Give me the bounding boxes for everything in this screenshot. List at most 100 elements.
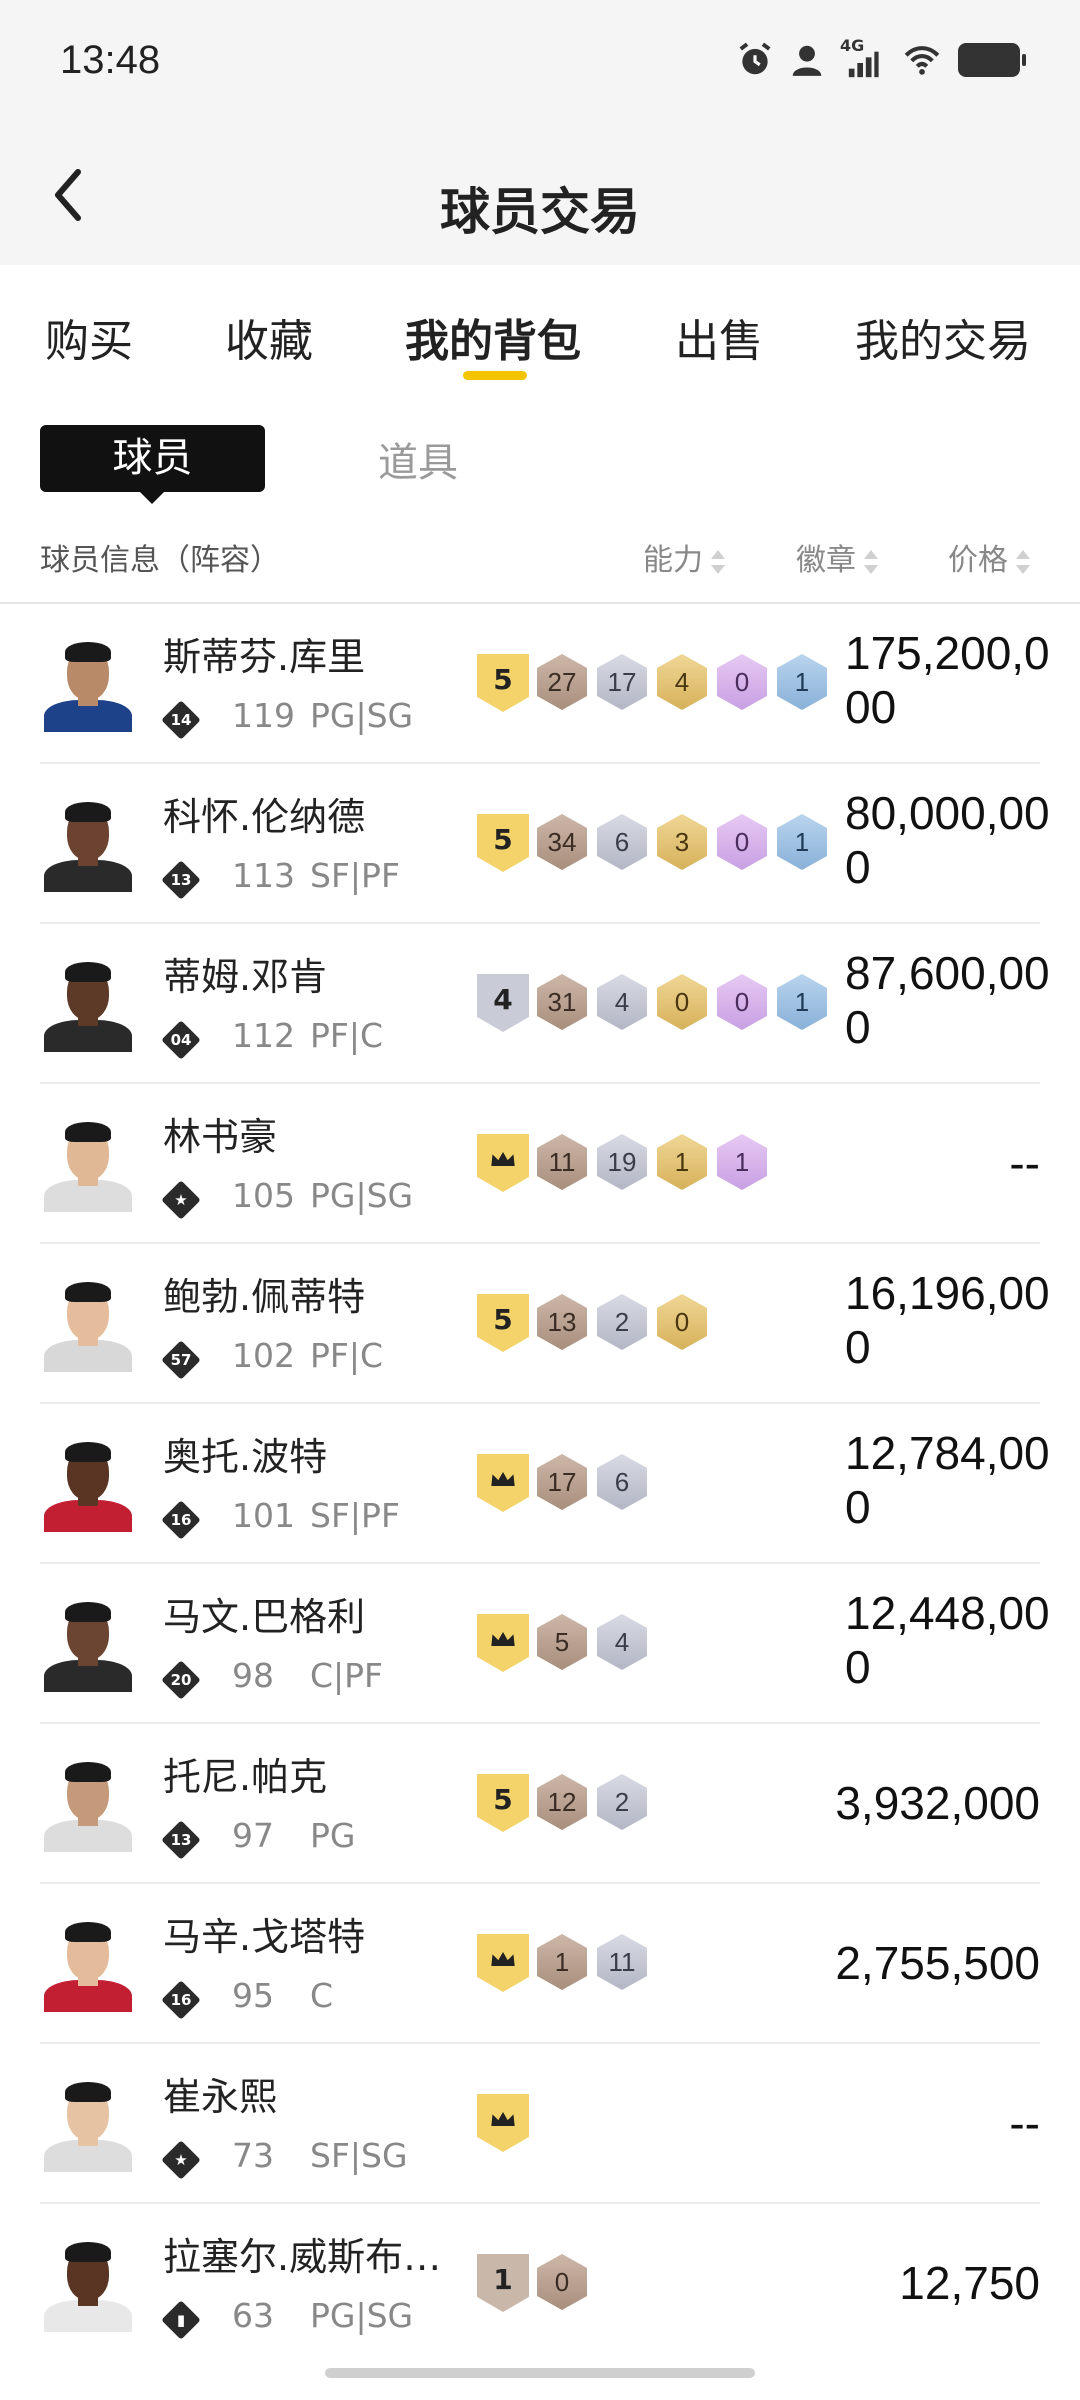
avatar-hair bbox=[65, 962, 111, 982]
badge-count: 1 bbox=[657, 1134, 707, 1190]
player-row[interactable]: 科怀.伦纳德 13 113 SF|PF 5 34 6 3 0 1 80,000,000 bbox=[0, 764, 1080, 924]
tier-number: 16 bbox=[170, 1511, 192, 1529]
player-position: PF|C bbox=[310, 1336, 384, 1375]
avatar-hair bbox=[65, 2082, 111, 2102]
avatar-hair bbox=[65, 1442, 111, 1462]
sort-icon bbox=[864, 549, 878, 574]
column-badge[interactable]: 徽章 bbox=[796, 535, 878, 579]
badge-hex: 3 bbox=[657, 814, 711, 874]
crown-icon bbox=[491, 1472, 515, 1486]
battery-icon bbox=[958, 43, 1026, 77]
player-row[interactable]: 奥托.波特 16 101 SF|PF 17 6 12,784,000 bbox=[0, 1404, 1080, 1564]
badge-hex: 17 bbox=[597, 654, 651, 714]
tier-icon: 20 bbox=[161, 1660, 201, 1700]
player-row[interactable]: 马文.巴格利 20 98 C|PF 5 4 12,448,000 bbox=[0, 1564, 1080, 1724]
badge-count: 0 bbox=[657, 974, 707, 1030]
badge-hex: 6 bbox=[597, 1454, 651, 1514]
crown-level-badge bbox=[477, 1454, 529, 1512]
subtab-items[interactable]: 道具 bbox=[378, 430, 458, 488]
player-row[interactable]: 斯蒂芬.库里 14 119 PG|SG 5 27 17 4 0 1 175,200,000 bbox=[0, 604, 1080, 764]
tier-icon: 13 bbox=[161, 1820, 201, 1860]
player-price: 3,932,000 bbox=[835, 1777, 1040, 1829]
tier-number: 14 bbox=[170, 711, 192, 729]
badge-count: 3 bbox=[657, 814, 707, 870]
home-indicator[interactable] bbox=[325, 2368, 755, 2378]
status-time: 13:48 bbox=[60, 38, 161, 82]
status-bar: 13:48 4G bbox=[0, 0, 1080, 130]
badge-count: 4 bbox=[597, 974, 647, 1030]
tier-icon: 04 bbox=[161, 1020, 201, 1060]
badge-count: 13 bbox=[537, 1294, 587, 1350]
badge-count: 11 bbox=[597, 1934, 647, 1990]
player-row[interactable]: 鲍勃.佩蒂特 57 102 PF|C 5 13 2 0 16,196,000 bbox=[0, 1244, 1080, 1404]
player-price: 12,448,000 bbox=[845, 1587, 1050, 1693]
column-ability[interactable]: 能力 bbox=[643, 535, 725, 579]
player-avatar bbox=[40, 1116, 136, 1212]
player-position: PG|SG bbox=[310, 696, 414, 735]
level-badge: 5 bbox=[477, 654, 529, 712]
badge-count: 1 bbox=[717, 1134, 767, 1190]
badge-count: 2 bbox=[597, 1774, 647, 1830]
player-row[interactable]: 崔永熙 ★ 73 SF|SG -- bbox=[0, 2044, 1080, 2204]
tier-number: 04 bbox=[170, 1031, 192, 1049]
status-icons: 4G bbox=[736, 36, 1026, 80]
tab-buy[interactable]: 购买 bbox=[45, 305, 133, 369]
subtab-players[interactable]: 球员 bbox=[40, 425, 265, 504]
badge-count: 6 bbox=[597, 814, 647, 870]
level-badge: 4 bbox=[477, 974, 529, 1032]
badge-count: 6 bbox=[597, 1454, 647, 1510]
sort-icon bbox=[711, 549, 725, 574]
badge-count: 17 bbox=[597, 654, 647, 710]
active-tab-indicator bbox=[463, 371, 527, 380]
badge-hex: 11 bbox=[537, 1134, 591, 1194]
column-badge-label: 徽章 bbox=[796, 543, 856, 578]
badge-hex: 4 bbox=[597, 974, 651, 1034]
player-name: 鲍勃.佩蒂特 bbox=[163, 1275, 366, 1319]
player-name: 托尼.帕克 bbox=[163, 1755, 328, 1799]
tab-sell[interactable]: 出售 bbox=[675, 305, 763, 369]
tier-number: 20 bbox=[170, 1671, 192, 1689]
player-row[interactable]: 马辛.戈塔特 16 95 C 1 11 2,755,500 bbox=[0, 1884, 1080, 2044]
tab-favorites[interactable]: 收藏 bbox=[225, 305, 313, 369]
tier-number: 13 bbox=[170, 1831, 192, 1849]
tier-icon: 16 bbox=[161, 1980, 201, 2020]
tier-number: ★ bbox=[174, 2151, 188, 2169]
badge-hex: 12 bbox=[537, 1774, 591, 1834]
player-rating: 113 bbox=[232, 856, 295, 895]
crown-level-badge bbox=[477, 1134, 529, 1192]
badge-hex: 19 bbox=[597, 1134, 651, 1194]
badge-count: 19 bbox=[597, 1134, 647, 1190]
column-price[interactable]: 价格 bbox=[948, 535, 1030, 579]
player-position: C|PF bbox=[310, 1656, 384, 1695]
badge-hex: 27 bbox=[537, 654, 591, 714]
badge-count: 1 bbox=[777, 654, 827, 710]
tab-my-backpack[interactable]: 我的背包 bbox=[405, 305, 581, 369]
badge-count: 4 bbox=[597, 1614, 647, 1670]
player-position: SF|PF bbox=[310, 1496, 400, 1535]
player-position: PG bbox=[310, 1816, 356, 1855]
avatar-hair bbox=[65, 642, 111, 662]
avatar-hair bbox=[65, 2242, 111, 2262]
badge-hex: 2 bbox=[597, 1774, 651, 1834]
player-name: 马文.巴格利 bbox=[163, 1595, 366, 1639]
player-row[interactable]: 拉塞尔.威斯布… ▮ 63 PG|SG 1 0 12,750 bbox=[0, 2204, 1080, 2364]
player-row[interactable]: 林书豪 ★ 105 PG|SG 11 19 1 1 -- bbox=[0, 1084, 1080, 1244]
badge-hex: 17 bbox=[537, 1454, 591, 1514]
player-row[interactable]: 托尼.帕克 13 97 PG 5 12 2 3,932,000 bbox=[0, 1724, 1080, 1884]
badge-count: 0 bbox=[717, 814, 767, 870]
badge-hex: 0 bbox=[537, 2254, 591, 2314]
crown-level-badge bbox=[477, 1614, 529, 1672]
badge-count: 0 bbox=[657, 1294, 707, 1350]
player-avatar bbox=[40, 1756, 136, 1852]
badge-hex: 2 bbox=[597, 1294, 651, 1354]
tab-my-trades[interactable]: 我的交易 bbox=[855, 305, 1031, 369]
player-rating: 119 bbox=[232, 696, 295, 735]
tier-icon: ▮ bbox=[161, 2300, 201, 2340]
tier-number: 16 bbox=[170, 1991, 192, 2009]
badge-hex: 4 bbox=[597, 1614, 651, 1674]
player-rating: 102 bbox=[232, 1336, 295, 1375]
player-name: 马辛.戈塔特 bbox=[163, 1915, 366, 1959]
tier-icon: 57 bbox=[161, 1340, 201, 1380]
player-row[interactable]: 蒂姆.邓肯 04 112 PF|C 4 31 4 0 0 1 87,600,000 bbox=[0, 924, 1080, 1084]
badge-count: 2 bbox=[597, 1294, 647, 1350]
